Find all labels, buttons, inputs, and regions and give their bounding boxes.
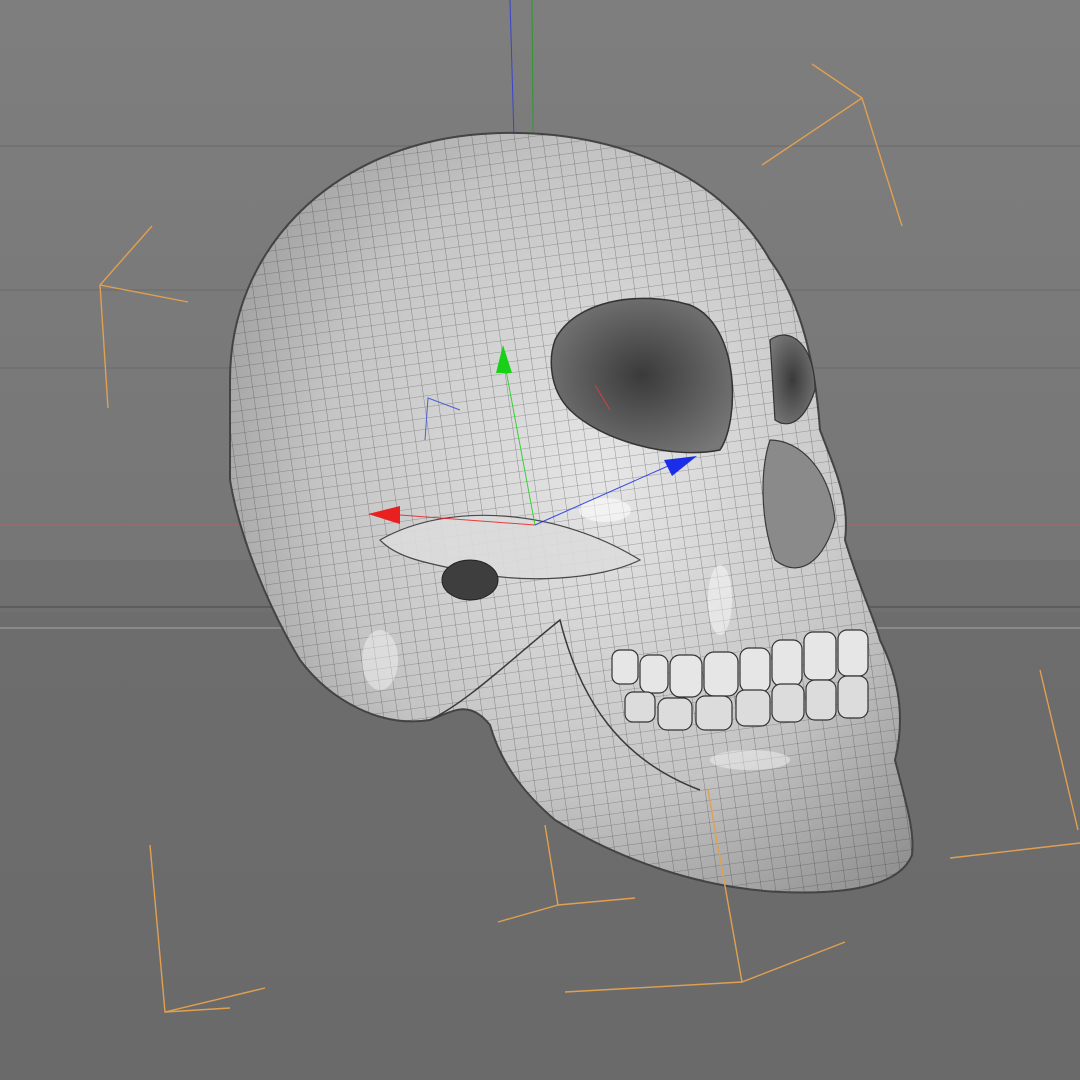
light-far-right (1039, 669, 1079, 831)
skull-mesh[interactable] (200, 120, 920, 910)
ear-canal (441, 559, 499, 601)
light-left-lower (149, 844, 266, 1013)
light-center-lower (497, 824, 559, 923)
viewport-scene[interactable] (0, 0, 1080, 1080)
light-left-upper (99, 225, 153, 409)
3d-viewport[interactable] (0, 0, 1080, 1080)
light-right-upper (811, 63, 903, 227)
